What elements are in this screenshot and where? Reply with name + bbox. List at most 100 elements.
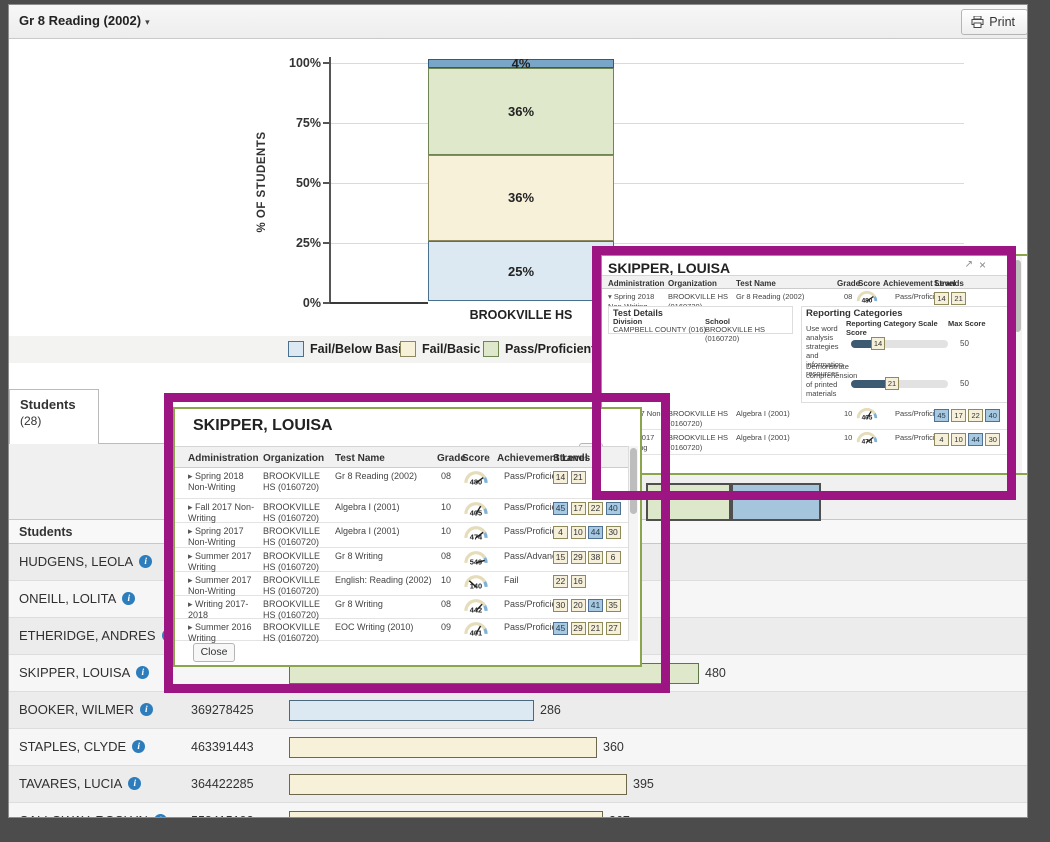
info-icon[interactable]: i: [154, 814, 167, 818]
info-icon[interactable]: i: [139, 555, 152, 568]
info-icon[interactable]: i: [128, 777, 141, 790]
bar-segment[interactable]: 36%: [428, 68, 614, 154]
reporting-category-score-bar: 21: [851, 380, 948, 388]
test-history-row[interactable]: ▸ Writing 2017-2018BROOKVILLE HS (016072…: [175, 596, 631, 619]
organization-cell: BROOKVILLE HS (0160720): [263, 526, 331, 548]
strand-score-badge: 4: [553, 526, 568, 539]
strands-cell: 14 21: [934, 292, 1010, 305]
test-name-cell: Algebra I (2001): [736, 433, 836, 443]
score-cell: 480: [854, 289, 884, 307]
test-history-row[interactable]: ▸ Fall 2017 Non-WritingBROOKVILLE HS (01…: [602, 406, 1010, 430]
print-button-label: Print: [989, 15, 1015, 29]
student-score-value: 480: [705, 666, 726, 680]
score-cell: 442: [461, 597, 495, 617]
close-icon[interactable]: ×: [979, 258, 986, 272]
score-cell: 405: [854, 406, 884, 424]
y-tick-label: 50%: [277, 176, 321, 190]
student-detail-popup-front: SKIPPER, LOUISA Administration Organizat…: [173, 407, 642, 667]
max-score-value: 50: [960, 339, 969, 348]
bar-segment[interactable]: 25%: [428, 241, 614, 301]
student-score-value: 367: [609, 814, 630, 818]
svg-text:405: 405: [470, 508, 482, 517]
expand-arrow-icon: ▸: [188, 551, 195, 561]
score-cell: 549: [461, 549, 495, 569]
popup-scrollbar-thumb[interactable]: [630, 448, 637, 514]
organization-cell: BROOKVILLE HS (0160720): [263, 502, 331, 524]
student-row[interactable]: CALLOWAY, ROSLYNi558415192367: [9, 803, 1027, 818]
background-bar-segment-green[interactable]: [646, 483, 731, 521]
legend-item: Fail/Basic: [400, 341, 480, 357]
bar-segment[interactable]: 4%: [428, 59, 614, 69]
strand-score-badge: 45: [553, 502, 568, 515]
svg-text:480: 480: [862, 298, 873, 304]
administration-cell: ▸ Summer 2016 Writing: [188, 622, 260, 644]
report-selector[interactable]: Gr 8 Reading (2002)▾: [19, 13, 150, 28]
student-id: 364422285: [191, 777, 254, 791]
test-details-box: Test Details Division CAMPBELL COUNTY (0…: [608, 306, 793, 334]
test-history-row[interactable]: ▸ Summer 2017 Non-WritingBROOKVILLE HS (…: [175, 572, 631, 596]
strand-score-badge: 4: [934, 433, 949, 446]
score-cell: 405: [461, 500, 495, 520]
test-name-cell: Algebra I (2001): [736, 409, 836, 419]
svg-text:480: 480: [470, 477, 482, 486]
expand-arrow-icon: ▸: [188, 575, 195, 585]
strand-score-badge: 29: [571, 622, 586, 635]
achievement-level-cell: Pass/Proficient: [504, 622, 556, 633]
strand-score-badge: 45: [934, 409, 949, 422]
background-bar-segment-blue[interactable]: [731, 483, 821, 521]
y-axis-title: % OF STUDENTS: [256, 131, 268, 232]
print-button[interactable]: Print: [961, 9, 1028, 35]
student-row[interactable]: BOOKER, WILMERi369278425286: [9, 692, 1027, 729]
svg-text:474: 474: [862, 439, 873, 445]
test-history-row[interactable]: ▸ Spring 2017 Non-WritingBROOKVILLE HS (…: [602, 430, 1010, 455]
info-icon[interactable]: i: [140, 703, 153, 716]
top-bar: Gr 8 Reading (2002)▾ Print: [9, 5, 1027, 39]
popup-scrollbar[interactable]: [1011, 256, 1022, 473]
max-score-value: 50: [960, 379, 969, 388]
test-name-cell: Algebra I (2001): [335, 526, 435, 537]
popup-table-header: Administration Organization Test Name Gr…: [602, 275, 1010, 289]
student-name-label: STAPLES, CLYDE: [19, 739, 126, 754]
test-history-row[interactable]: ▾ Spring 2018 Non-WritingBROOKVILLE HS (…: [602, 289, 1010, 306]
student-row[interactable]: TAVARES, LUCIAi364422285395: [9, 766, 1027, 803]
strand-score-badge: 17: [571, 502, 586, 515]
y-axis-line: [329, 57, 331, 304]
student-score-value: 360: [603, 740, 624, 754]
strands-cell: 4 10 44 30: [553, 526, 631, 539]
bar-segment[interactable]: 36%: [428, 155, 614, 241]
bar-segment-label: 36%: [508, 104, 534, 119]
stacked-bar: 4%36%36%25%: [428, 59, 614, 301]
popup-scrollbar-thumb[interactable]: [1014, 260, 1021, 332]
x-axis-category-label: BROOKVILLE HS: [428, 308, 614, 322]
expand-icon[interactable]: ↗: [965, 259, 973, 270]
info-icon[interactable]: i: [136, 666, 149, 679]
student-id: 369278425: [191, 703, 254, 717]
strand-score-badge: 14: [553, 471, 568, 484]
report-title-label: Gr 8 Reading (2002): [19, 13, 141, 28]
test-history-row[interactable]: ▸ Summer 2017 WritingBROOKVILLE HS (0160…: [175, 548, 631, 572]
test-history-row[interactable]: ▸ Fall 2017 Non-WritingBROOKVILLE HS (01…: [175, 499, 631, 523]
reporting-categories-title: Reporting Categories: [806, 308, 903, 319]
strand-score-badge: 27: [606, 622, 621, 635]
score-cell: 474: [461, 524, 495, 544]
info-icon[interactable]: i: [132, 740, 145, 753]
popup-close-button[interactable]: Close: [193, 643, 235, 662]
popup-scrollbar[interactable]: [628, 446, 638, 641]
strand-score-badge: 44: [968, 433, 983, 446]
test-history-row[interactable]: ▸ Spring 2017 Non-WritingBROOKVILLE HS (…: [175, 523, 631, 548]
info-icon[interactable]: i: [122, 592, 135, 605]
strands-cell: 30 20 41 35: [553, 599, 631, 612]
gridline: [331, 123, 964, 124]
student-name: TAVARES, LUCIAi: [19, 776, 141, 791]
strand-score-badge: 21: [951, 292, 966, 305]
grade-cell: 10: [441, 502, 461, 513]
test-history-row[interactable]: ▸ Spring 2018 Non-WritingBROOKVILLE HS (…: [175, 468, 631, 499]
tab-students[interactable]: Students (28): [9, 389, 99, 444]
popup-title: SKIPPER, LOUISA: [193, 417, 333, 435]
student-row[interactable]: STAPLES, CLYDEi463391443360: [9, 729, 1027, 766]
app-window: Gr 8 Reading (2002)▾ Print % OF STUDENTS…: [8, 4, 1028, 818]
achievement-level-cell: Fail: [504, 575, 556, 586]
test-name-cell: Algebra I (2001): [335, 502, 435, 513]
strand-score-badge: 38: [588, 551, 603, 564]
test-history-row[interactable]: ▸ Summer 2016 WritingBROOKVILLE HS (0160…: [175, 619, 631, 641]
